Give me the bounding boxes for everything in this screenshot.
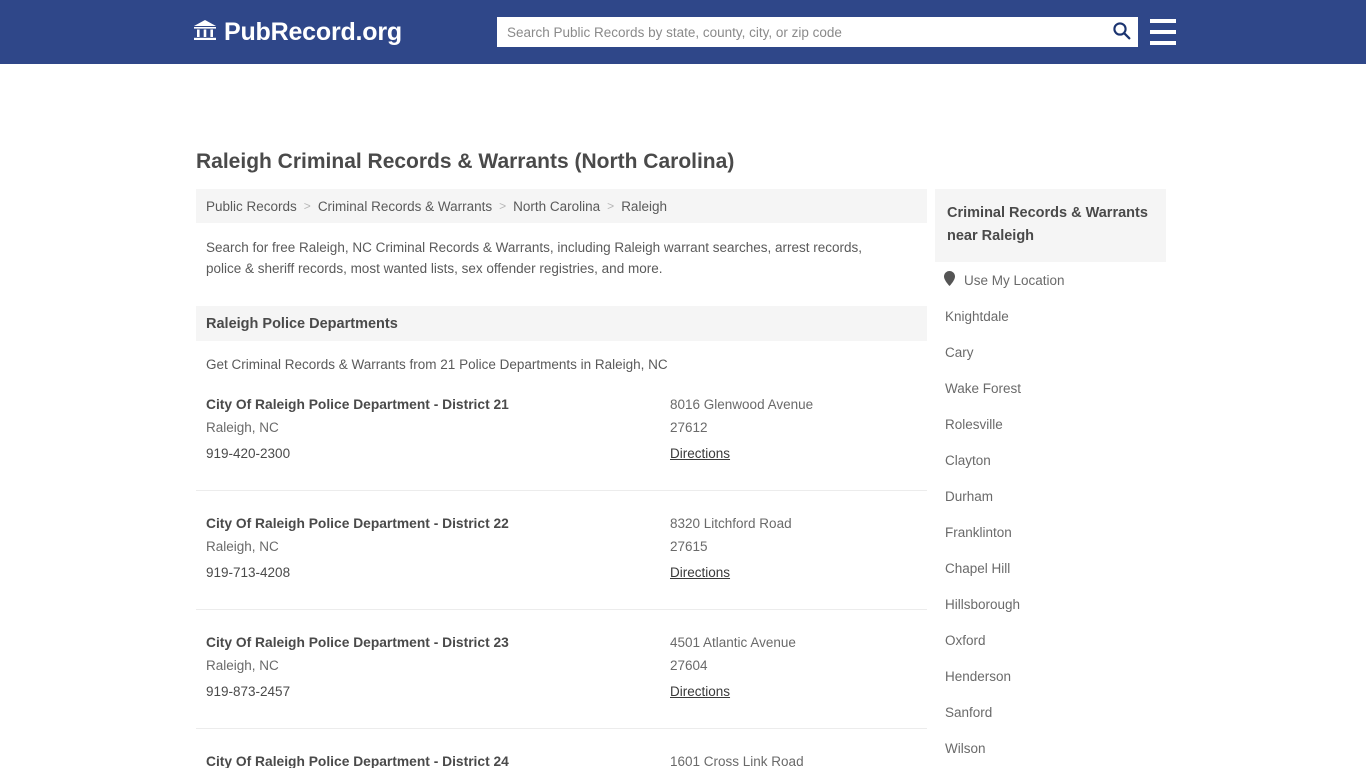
agency-phone: 919-873-2457 xyxy=(206,684,291,699)
agency-zip: 27612 xyxy=(670,420,708,435)
section-subheading: Get Criminal Records & Warrants from 21 … xyxy=(206,357,668,372)
table-row: City Of Raleigh Police Department - Dist… xyxy=(196,632,927,729)
breadcrumb: Public Records > Criminal Records & Warr… xyxy=(196,189,927,223)
sidebar-heading: Criminal Records & Warrants near Raleigh xyxy=(935,189,1166,262)
sidebar-item-henderson[interactable]: Henderson xyxy=(935,658,1166,694)
bank-building-icon xyxy=(193,19,217,46)
directions-link[interactable]: Directions xyxy=(670,441,730,467)
listing-right-column: 1601 Cross Link Road 27610 Directions xyxy=(670,751,920,768)
listing-left-column: City Of Raleigh Police Department - Dist… xyxy=(206,394,676,467)
sidebar-item-knightdale[interactable]: Knightdale xyxy=(935,298,1166,334)
sidebar-city-link[interactable]: Franklinton xyxy=(945,525,1012,540)
agency-name-link[interactable]: City Of Raleigh Police Department - Dist… xyxy=(206,632,676,653)
listing-left-column: City Of Raleigh Police Department - Dist… xyxy=(206,513,676,586)
agency-city-state: Raleigh, NC xyxy=(206,539,279,554)
search-input[interactable] xyxy=(497,18,1104,46)
breadcrumb-item-public-records[interactable]: Public Records xyxy=(206,199,297,214)
sidebar-item-wake-forest[interactable]: Wake Forest xyxy=(935,370,1166,406)
breadcrumb-separator: > xyxy=(607,199,615,213)
agency-city-state: Raleigh, NC xyxy=(206,420,279,435)
breadcrumb-item-raleigh: Raleigh xyxy=(621,198,667,214)
agency-street: 8320 Litchford Road xyxy=(670,516,792,531)
map-pin-icon xyxy=(944,271,955,289)
sidebar-city-link[interactable]: Wake Forest xyxy=(945,381,1021,396)
hamburger-menu-button[interactable] xyxy=(1150,19,1176,45)
sidebar-city-link[interactable]: Henderson xyxy=(945,669,1011,684)
listing-left-column: City Of Raleigh Police Department - Dist… xyxy=(206,751,676,768)
site-header: PubRecord.org xyxy=(0,0,1366,64)
table-row: City Of Raleigh Police Department - Dist… xyxy=(196,751,927,768)
sidebar-city-link[interactable]: Chapel Hill xyxy=(945,561,1010,576)
sidebar-city-link[interactable]: Wilson xyxy=(945,741,986,756)
sidebar-city-link[interactable]: Oxford xyxy=(945,633,986,648)
agency-street: 8016 Glenwood Avenue xyxy=(670,397,814,412)
use-my-location-link[interactable]: Use My Location xyxy=(964,273,1065,288)
sidebar-item-cary[interactable]: Cary xyxy=(935,334,1166,370)
page-title: Raleigh Criminal Records & Warrants (Nor… xyxy=(196,150,735,173)
agency-street: 1601 Cross Link Road xyxy=(670,754,804,768)
agency-phone: 919-420-2300 xyxy=(206,446,291,461)
sidebar-city-link[interactable]: Cary xyxy=(945,345,974,360)
agency-city-state: Raleigh, NC xyxy=(206,658,279,673)
agency-zip: 27604 xyxy=(670,658,708,673)
site-logo-text: PubRecord.org xyxy=(224,18,402,46)
agency-zip: 27615 xyxy=(670,539,708,554)
sidebar-item-hillsborough[interactable]: Hillsborough xyxy=(935,586,1166,622)
sidebar-item-franklinton[interactable]: Franklinton xyxy=(935,514,1166,550)
directions-link[interactable]: Directions xyxy=(670,560,730,586)
site-logo-link[interactable]: PubRecord.org xyxy=(193,18,402,47)
hamburger-menu-icon-bar xyxy=(1150,41,1176,45)
sidebar-item-chapel-hill[interactable]: Chapel Hill xyxy=(935,550,1166,586)
sidebar-item-sanford[interactable]: Sanford xyxy=(935,694,1166,730)
sidebar-city-link[interactable]: Sanford xyxy=(945,705,992,720)
agency-street: 4501 Atlantic Avenue xyxy=(670,635,796,650)
listing-right-column: 8016 Glenwood Avenue 27612 Directions xyxy=(670,394,920,467)
directions-link[interactable]: Directions xyxy=(670,679,730,705)
sidebar-city-link[interactable]: Clayton xyxy=(945,453,991,468)
search-button[interactable] xyxy=(1104,17,1138,47)
sidebar-city-list: Use My Location Knightdale Cary Wake For… xyxy=(935,262,1166,768)
breadcrumb-separator: > xyxy=(499,199,507,213)
intro-text: Search for free Raleigh, NC Criminal Rec… xyxy=(206,240,863,276)
sidebar-item-oxford[interactable]: Oxford xyxy=(935,622,1166,658)
listing-right-column: 8320 Litchford Road 27615 Directions xyxy=(670,513,920,586)
sidebar-city-link[interactable]: Knightdale xyxy=(945,309,1009,324)
agency-phone: 919-713-4208 xyxy=(206,565,291,580)
sidebar-city-link[interactable]: Rolesville xyxy=(945,417,1003,432)
sidebar-item-rolesville[interactable]: Rolesville xyxy=(935,406,1166,442)
breadcrumb-item-criminal-records[interactable]: Criminal Records & Warrants xyxy=(318,199,492,214)
agency-name-link[interactable]: City Of Raleigh Police Department - Dist… xyxy=(206,394,676,415)
listing-left-column: City Of Raleigh Police Department - Dist… xyxy=(206,632,676,705)
hamburger-menu-icon-bar xyxy=(1150,19,1176,23)
sidebar-item-clayton[interactable]: Clayton xyxy=(935,442,1166,478)
section-heading: Raleigh Police Departments xyxy=(196,306,927,341)
breadcrumb-item-north-carolina[interactable]: North Carolina xyxy=(513,199,600,214)
hamburger-menu-icon-bar xyxy=(1150,30,1176,34)
table-row: City Of Raleigh Police Department - Dist… xyxy=(196,513,927,610)
agency-name-link[interactable]: City Of Raleigh Police Department - Dist… xyxy=(206,513,676,534)
police-department-list: City Of Raleigh Police Department - Dist… xyxy=(196,394,927,768)
sidebar-city-link[interactable]: Durham xyxy=(945,489,993,504)
breadcrumb-separator: > xyxy=(303,199,311,213)
listing-right-column: 4501 Atlantic Avenue 27604 Directions xyxy=(670,632,920,705)
sidebar-item-durham[interactable]: Durham xyxy=(935,478,1166,514)
main-content: Public Records > Criminal Records & Warr… xyxy=(196,189,927,768)
search-bar xyxy=(497,17,1138,47)
sidebar-item-use-my-location[interactable]: Use My Location xyxy=(935,262,1166,298)
table-row: City Of Raleigh Police Department - Dist… xyxy=(196,394,927,491)
sidebar-item-wilson[interactable]: Wilson xyxy=(935,730,1166,766)
agency-name-link[interactable]: City Of Raleigh Police Department - Dist… xyxy=(206,751,676,768)
sidebar: Criminal Records & Warrants near Raleigh… xyxy=(935,189,1166,768)
sidebar-city-link[interactable]: Hillsborough xyxy=(945,597,1020,612)
search-icon xyxy=(1112,21,1131,43)
